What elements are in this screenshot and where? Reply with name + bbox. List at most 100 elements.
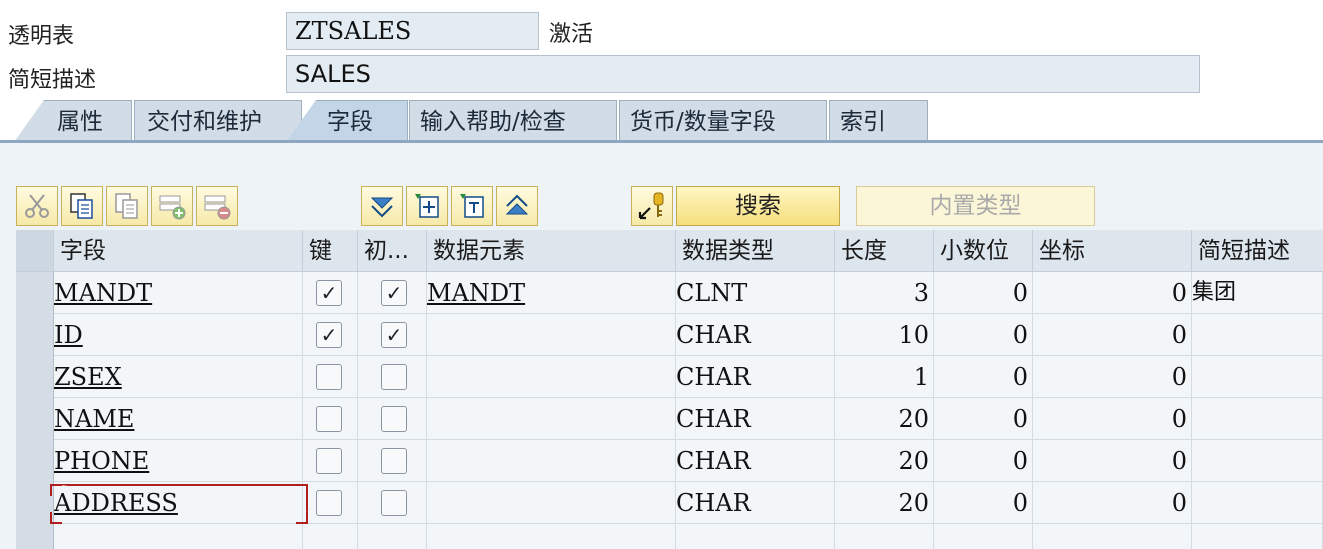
column-header-data-type[interactable]: 数据类型 [676,230,835,272]
row-selector[interactable] [16,398,54,440]
short-desc-cell[interactable] [1192,398,1323,440]
short-desc-cell[interactable] [1192,482,1323,524]
table-row[interactable]: MANDT MANDT CLNT 3 0 0 集团 ✓ ✓ [16,272,1323,314]
decimals-cell[interactable] [934,524,1033,549]
data-type-cell[interactable]: CHAR [676,440,835,482]
short-desc-cell[interactable] [1192,356,1323,398]
table-row[interactable]: ZSEX CHAR 1 0 0 [16,356,1323,398]
decimals-cell[interactable]: 0 [934,314,1033,356]
data-type-cell[interactable] [676,524,835,549]
initial-value-checkbox[interactable]: ✓ [381,322,407,348]
length-cell[interactable]: 20 [835,440,934,482]
initial-value-checkbox[interactable] [381,448,407,474]
delete-row-button[interactable] [196,186,238,226]
table-row[interactable]: ID CHAR 10 0 0 ✓ ✓ [16,314,1323,356]
length-cell[interactable]: 1 [835,356,934,398]
insert-row-button[interactable] [151,186,193,226]
column-header-initial[interactable]: 初... [358,230,427,272]
length-cell[interactable]: 3 [835,272,934,314]
short-desc-cell[interactable] [1192,440,1323,482]
row-selector[interactable] [16,314,54,356]
column-header-field[interactable]: 字段 [54,230,303,272]
key-search-button[interactable] [631,186,673,226]
table-name-field[interactable]: ZTSALES [286,12,539,50]
field-name-cell[interactable]: MANDT [54,272,303,314]
tab-attributes[interactable]: 属性 [14,100,132,142]
cut-button[interactable] [16,186,58,226]
short-desc-field[interactable]: SALES [286,55,1200,93]
length-cell[interactable]: 10 [835,314,934,356]
key-checkbox[interactable]: ✓ [316,280,342,306]
length-cell[interactable]: 20 [835,398,934,440]
length-cell[interactable] [835,524,934,549]
table-row[interactable]: NAME CHAR 20 0 0 [16,398,1323,440]
data-element-cell[interactable] [427,482,676,524]
data-element-cell[interactable] [427,440,676,482]
data-type-cell[interactable]: CLNT [676,272,835,314]
key-checkbox[interactable] [316,406,342,432]
data-type-cell[interactable]: CHAR [676,314,835,356]
field-name-cell[interactable] [54,524,303,549]
row-selector[interactable] [16,482,54,524]
coordinate-cell[interactable]: 0 [1033,314,1192,356]
column-header-length[interactable]: 长度 [835,230,934,272]
initial-value-checkbox[interactable] [381,490,407,516]
coordinate-cell[interactable] [1033,524,1192,549]
key-checkbox[interactable] [316,448,342,474]
short-desc-cell[interactable] [1192,314,1323,356]
expand-include-button[interactable] [451,186,493,226]
data-element-cell[interactable]: MANDT [427,272,676,314]
row-selector[interactable] [16,272,54,314]
data-type-cell[interactable]: CHAR [676,398,835,440]
tab-indexes[interactable]: 索引 [829,100,928,142]
row-selector[interactable] [16,440,54,482]
row-selector[interactable] [16,356,54,398]
data-element-cell[interactable] [427,356,676,398]
data-type-cell[interactable]: CHAR [676,482,835,524]
insert-include-button[interactable] [406,186,448,226]
sort-down-button[interactable] [361,186,403,226]
data-element-cell[interactable] [427,398,676,440]
search-button[interactable]: 搜索 [676,186,840,226]
coordinate-cell[interactable]: 0 [1033,482,1192,524]
field-name-cell[interactable]: ZSEX [54,356,303,398]
initial-value-checkbox[interactable] [381,364,407,390]
tab-currency-quantity[interactable]: 货币/数量字段 [619,100,827,142]
decimals-cell[interactable]: 0 [934,398,1033,440]
coordinate-cell[interactable]: 0 [1033,356,1192,398]
data-element-cell[interactable] [427,524,676,549]
decimals-cell[interactable]: 0 [934,482,1033,524]
tab-input-help-check[interactable]: 输入帮助/检查 [409,100,617,142]
row-selector-header[interactable] [16,230,54,272]
column-header-coordinate[interactable]: 坐标 [1033,230,1192,272]
field-name-cell[interactable]: PHONE [54,440,303,482]
coordinate-cell[interactable]: 0 [1033,440,1192,482]
field-name-cell[interactable]: ID [54,314,303,356]
data-element-cell[interactable] [427,314,676,356]
decimals-cell[interactable]: 0 [934,272,1033,314]
table-row-empty[interactable] [16,524,1323,549]
coordinate-cell[interactable]: 0 [1033,272,1192,314]
tab-delivery-maintenance[interactable]: 交付和维护 [134,100,302,142]
initial-value-checkbox[interactable] [381,406,407,432]
column-header-decimals[interactable]: 小数位 [934,230,1033,272]
short-desc-cell[interactable] [1192,524,1323,549]
coordinate-cell[interactable]: 0 [1033,398,1192,440]
key-checkbox[interactable]: ✓ [316,322,342,348]
length-cell[interactable]: 20 [835,482,934,524]
key-checkbox[interactable] [316,364,342,390]
builtin-type-button[interactable]: 内置类型 [856,186,1095,226]
field-name-cell[interactable]: NAME [54,398,303,440]
column-header-key[interactable]: 键 [303,230,358,272]
key-checkbox[interactable] [316,490,342,516]
decimals-cell[interactable]: 0 [934,356,1033,398]
paste-button[interactable] [106,186,148,226]
copy-button[interactable] [61,186,103,226]
row-selector[interactable] [16,524,54,549]
decimals-cell[interactable]: 0 [934,440,1033,482]
table-row[interactable]: PHONE CHAR 20 0 0 [16,440,1323,482]
initial-value-checkbox[interactable]: ✓ [381,280,407,306]
data-type-cell[interactable]: CHAR [676,356,835,398]
column-header-short-desc[interactable]: 简短描述 [1192,230,1323,272]
short-desc-cell[interactable]: 集团 [1192,272,1323,314]
